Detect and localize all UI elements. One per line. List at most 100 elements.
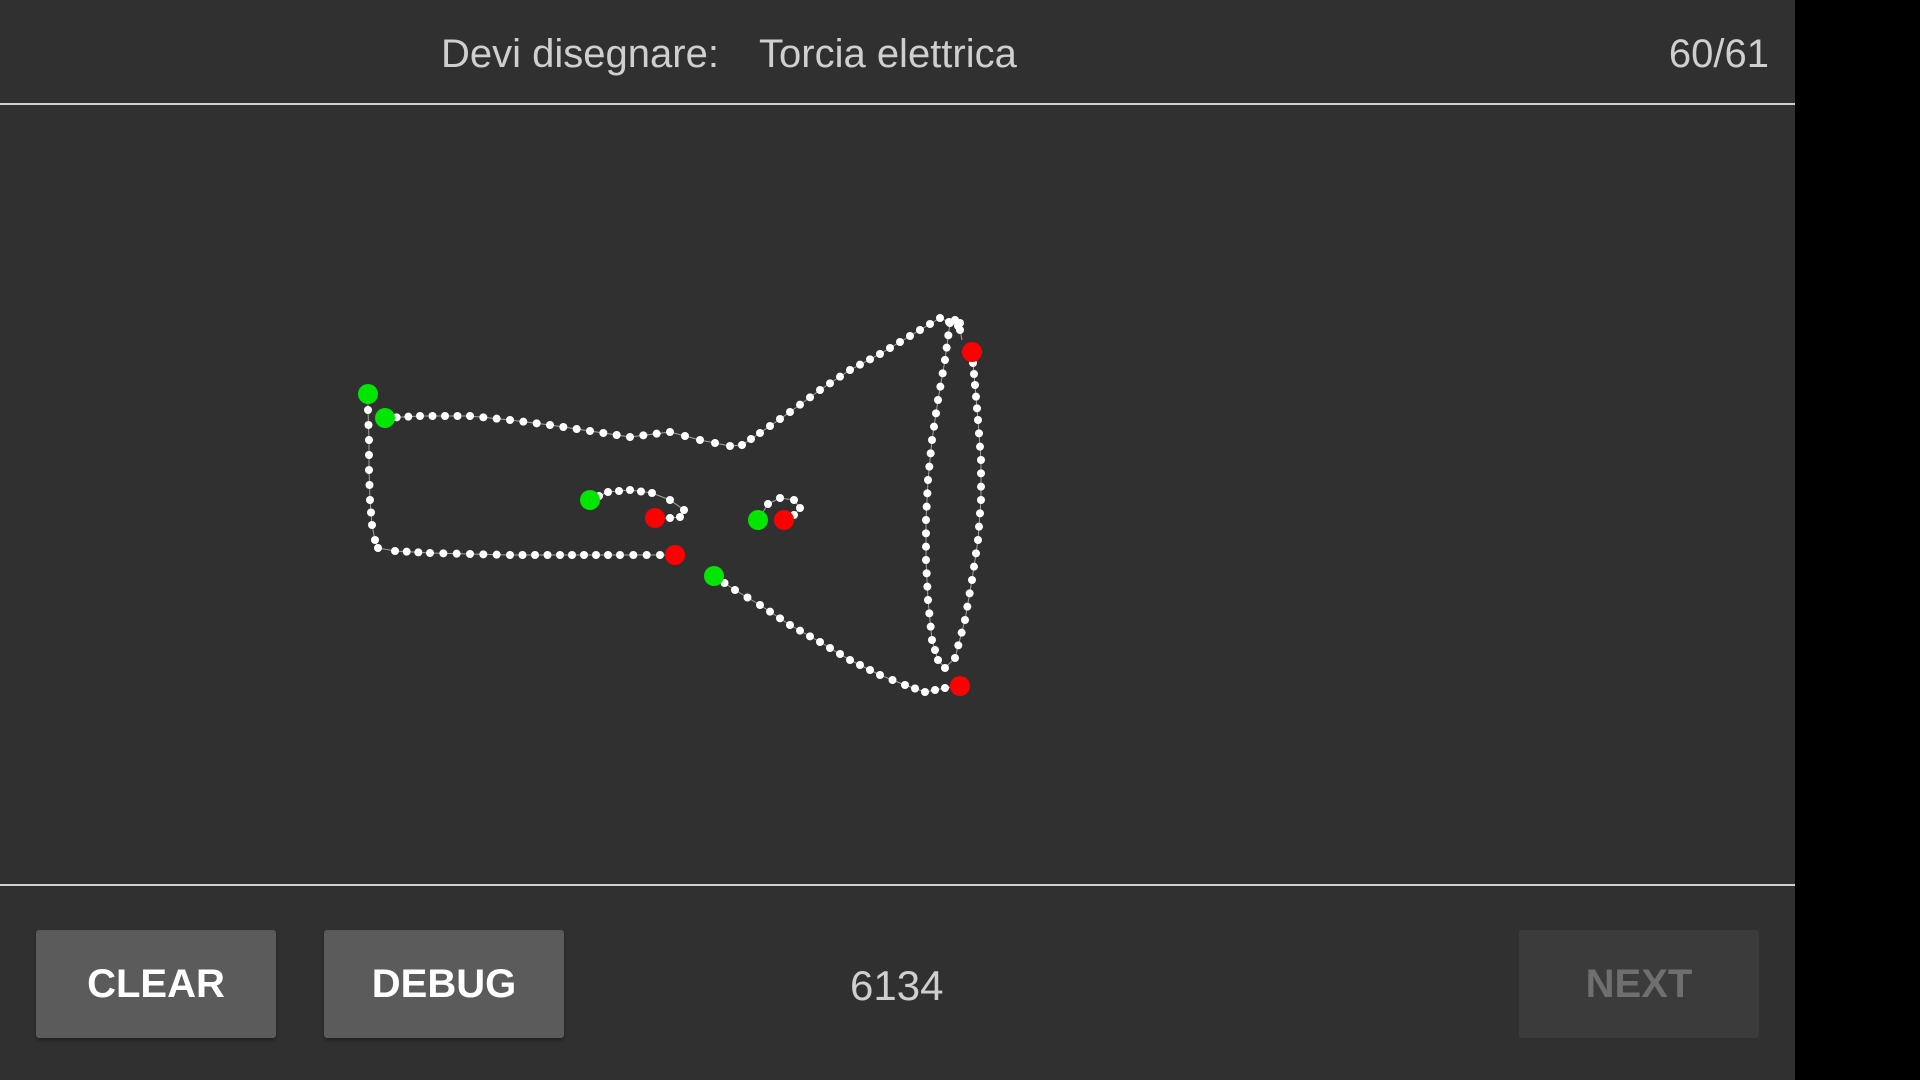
stroke-point bbox=[404, 412, 413, 421]
stroke-point bbox=[604, 488, 612, 496]
stroke-point bbox=[973, 404, 981, 413]
stroke-point bbox=[371, 536, 379, 544]
stroke-point bbox=[970, 370, 978, 378]
prompt-label: Devi disegnare: bbox=[441, 32, 719, 76]
stroke-point bbox=[666, 514, 674, 522]
stroke-point bbox=[974, 416, 982, 424]
stroke-start-marker bbox=[580, 490, 600, 510]
stroke-point bbox=[572, 425, 581, 433]
stroke-point bbox=[776, 614, 784, 623]
stroke-point bbox=[888, 676, 897, 684]
stroke-point bbox=[439, 549, 448, 558]
stroke-point bbox=[896, 338, 904, 346]
stroke-point bbox=[796, 400, 804, 409]
stroke-point bbox=[925, 609, 934, 618]
stroke-point bbox=[639, 431, 648, 440]
stroke-point bbox=[652, 429, 661, 438]
stroke-point bbox=[426, 549, 434, 557]
stroke-point bbox=[738, 441, 746, 449]
stroke-point bbox=[925, 462, 934, 471]
stroke-point bbox=[921, 688, 929, 696]
stroke-point bbox=[932, 409, 940, 418]
stroke-point bbox=[519, 417, 528, 426]
stroke-point bbox=[936, 314, 944, 322]
stroke-point bbox=[906, 332, 914, 340]
stroke-point bbox=[666, 496, 674, 504]
stroke-point bbox=[974, 536, 982, 544]
stroke-point bbox=[786, 408, 794, 416]
stroke-point bbox=[866, 355, 874, 364]
stroke-point bbox=[876, 671, 884, 679]
drawing-canvas[interactable] bbox=[0, 105, 1795, 886]
stroke-point bbox=[954, 641, 963, 650]
stroke-point bbox=[764, 500, 772, 508]
stroke-point bbox=[374, 544, 382, 552]
stroke-point bbox=[796, 626, 804, 635]
screen-edge bbox=[1795, 0, 1920, 1080]
stroke-point bbox=[696, 436, 704, 444]
progress-counter: 60/61 bbox=[1668, 32, 1769, 76]
stroke-point bbox=[365, 451, 373, 459]
stroke-point bbox=[666, 428, 674, 436]
stroke-point bbox=[922, 516, 930, 524]
stroke-line bbox=[713, 575, 959, 693]
stroke-point bbox=[977, 469, 985, 478]
stroke-point bbox=[922, 556, 930, 564]
stroke-point bbox=[680, 506, 688, 514]
stroke-point bbox=[938, 369, 947, 378]
header-bar: Devi disegnare: Torcia elettrica 60/61 bbox=[0, 0, 1795, 105]
stroke-point bbox=[926, 622, 935, 631]
stroke-line bbox=[384, 317, 963, 447]
stroke-point bbox=[731, 586, 739, 594]
stroke-point bbox=[466, 550, 474, 558]
stroke-point bbox=[637, 487, 645, 496]
stroke-point bbox=[676, 513, 684, 521]
stroke-point bbox=[806, 632, 814, 641]
stroke-point bbox=[532, 419, 541, 428]
stroke-point bbox=[977, 456, 985, 464]
stroke-point bbox=[928, 436, 936, 444]
stroke-point bbox=[368, 521, 376, 529]
stroke-point bbox=[816, 638, 824, 646]
stroke-point bbox=[391, 547, 399, 555]
stroke-point bbox=[886, 344, 894, 352]
stroke-point bbox=[836, 650, 844, 658]
debug-button[interactable]: DEBUG bbox=[324, 930, 564, 1038]
clear-button[interactable]: CLEAR bbox=[36, 930, 276, 1038]
stroke-start-marker bbox=[375, 408, 395, 428]
footer-bar: CLEAR DEBUG 6134 NEXT bbox=[0, 886, 1795, 1080]
stroke-point bbox=[592, 551, 600, 559]
stroke-point bbox=[924, 596, 932, 604]
stroke-point bbox=[766, 607, 774, 616]
stroke-start-marker bbox=[704, 566, 724, 586]
stroke-point bbox=[963, 602, 972, 611]
stroke-point bbox=[612, 431, 621, 439]
stroke-point bbox=[901, 681, 909, 689]
stroke-point bbox=[518, 551, 527, 559]
stroke-point bbox=[756, 601, 764, 609]
prompt-word: Torcia elettrica bbox=[759, 32, 1017, 76]
stroke-end-marker bbox=[645, 508, 665, 528]
stroke-point bbox=[946, 319, 954, 327]
stroke-point bbox=[416, 412, 424, 420]
stroke-point bbox=[441, 412, 449, 420]
stroke-end-marker bbox=[962, 342, 982, 362]
stroke-point bbox=[806, 393, 814, 402]
stroke-point bbox=[956, 326, 964, 334]
stroke-end-marker bbox=[950, 676, 970, 696]
stroke-point bbox=[546, 421, 554, 429]
stroke-point bbox=[568, 551, 576, 559]
stroke-point bbox=[364, 406, 372, 414]
stroke-point bbox=[936, 382, 945, 391]
stroke-point bbox=[931, 646, 939, 654]
drawing-svg[interactable] bbox=[0, 105, 1795, 886]
stroke-point bbox=[531, 551, 539, 559]
stroke-point bbox=[928, 636, 936, 644]
stroke-point bbox=[453, 412, 462, 420]
stroke-point bbox=[836, 372, 844, 381]
stroke-point bbox=[826, 379, 834, 388]
stroke-point bbox=[926, 449, 935, 458]
stroke-point bbox=[846, 366, 854, 374]
stroke-point bbox=[790, 496, 798, 504]
next-button[interactable]: NEXT bbox=[1519, 930, 1759, 1038]
